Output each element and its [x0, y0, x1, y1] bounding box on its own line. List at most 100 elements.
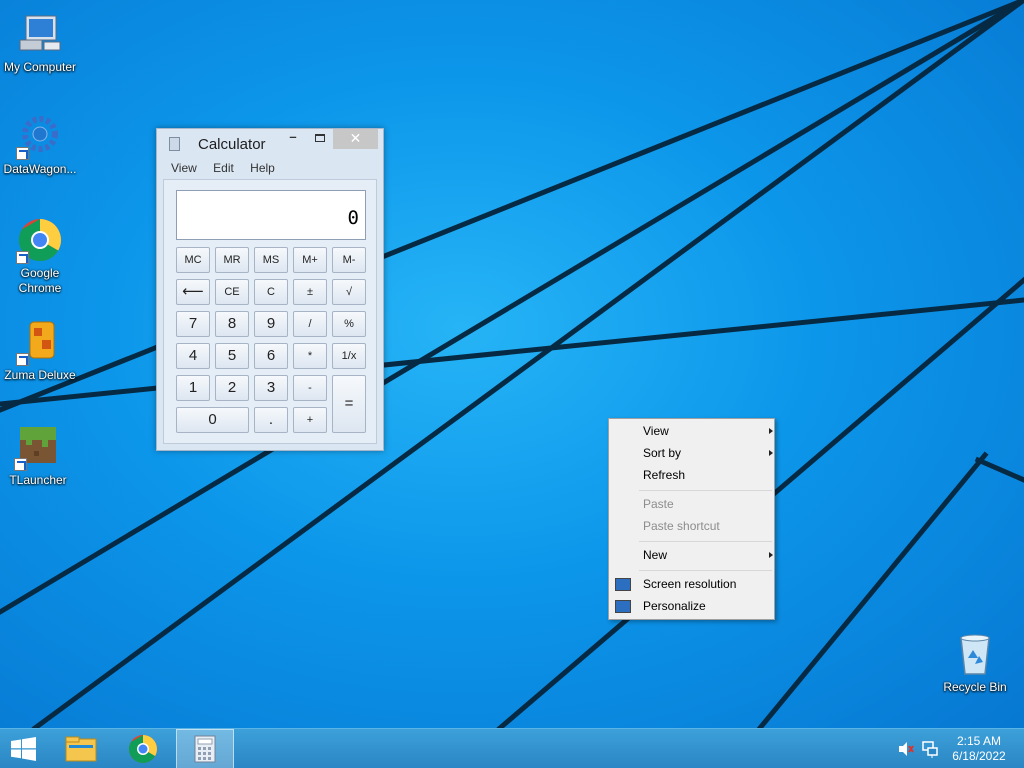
windows-logo-icon	[11, 737, 36, 761]
minecraft-grass-block-icon	[14, 423, 62, 471]
equals-button[interactable]: =	[332, 375, 366, 433]
digit-7-button[interactable]: 7	[176, 311, 210, 337]
digit-9-button[interactable]: 9	[254, 311, 288, 337]
taskbar-chrome[interactable]	[118, 729, 168, 768]
digit-5-button[interactable]: 5	[215, 343, 249, 369]
wallpaper-line	[0, 0, 1024, 615]
clock-date: 6/18/2022	[952, 749, 1006, 763]
desktop-icon-datawagon[interactable]: DataWagon...	[0, 112, 80, 177]
decimal-button[interactable]: .	[254, 407, 288, 433]
mr-button[interactable]: MR	[215, 247, 249, 273]
desktop-icon-tlauncher[interactable]: TLauncher	[0, 423, 78, 488]
calculator-window[interactable]: Calculator – ✕ View Edit Help 0 MC MR MS…	[156, 128, 384, 451]
desktop-icon-label: Recycle Bin	[943, 680, 1007, 694]
wallpaper-line	[974, 456, 1024, 483]
submenu-arrow-icon	[769, 552, 773, 558]
desktop-icon-my-computer[interactable]: My Computer	[0, 10, 80, 75]
digit-2-button[interactable]: 2	[215, 375, 249, 401]
gear-icon	[16, 112, 64, 160]
mc-button[interactable]: MC	[176, 247, 210, 273]
chrome-icon	[129, 735, 157, 763]
menu-item-paste: Paste	[643, 497, 674, 511]
recycle-bin-icon	[951, 630, 999, 678]
sqrt-button[interactable]: √	[332, 279, 366, 305]
calculator-titlebar[interactable]: Calculator – ✕	[157, 129, 383, 158]
menu-item-label: New	[643, 548, 668, 562]
desktop-icon-recycle-bin[interactable]: Recycle Bin	[935, 630, 1015, 695]
desktop-icon-label: DataWagon...	[3, 162, 77, 176]
maximize-button[interactable]	[307, 129, 333, 149]
menu-item-label: Sort by	[643, 446, 682, 460]
m-plus-button[interactable]: M+	[293, 247, 327, 273]
taskbar-clock[interactable]: 2:15 AM 6/18/2022	[946, 734, 1012, 764]
desktop-context-menu: View Sort by Refresh Paste Paste shortcu…	[608, 418, 775, 620]
digit-0-button[interactable]: 0	[176, 407, 249, 433]
calculator-icon	[194, 735, 216, 763]
shortcut-arrow-icon	[16, 147, 29, 160]
submenu-arrow-icon	[769, 428, 773, 434]
file-explorer-icon	[65, 736, 97, 762]
tray-network[interactable]	[920, 729, 940, 768]
menu-separator	[639, 541, 772, 542]
desktop-icon-google-chrome[interactable]: Google Chrome	[0, 216, 80, 296]
ce-button[interactable]: CE	[215, 279, 249, 305]
menu-help[interactable]: Help	[250, 158, 275, 178]
plus-minus-button[interactable]: ±	[293, 279, 327, 305]
digit-1-button[interactable]: 1	[176, 375, 210, 401]
personalize-icon	[615, 600, 631, 613]
menu-edit[interactable]: Edit	[213, 158, 234, 178]
menu-item-label: View	[643, 424, 669, 438]
desktop-icon-label: TLauncher	[9, 473, 67, 487]
ms-button[interactable]: MS	[254, 247, 288, 273]
percent-button[interactable]: %	[332, 311, 366, 337]
reciprocal-button[interactable]: 1/x	[332, 343, 366, 369]
wallpaper-lines	[0, 0, 1024, 728]
menu-item-refresh[interactable]: Refresh	[643, 464, 685, 486]
menu-item-screen-resolution[interactable]: Screen resolution	[643, 573, 736, 595]
calculator-display: 0	[176, 190, 366, 240]
c-button[interactable]: C	[254, 279, 288, 305]
tray-volume[interactable]	[896, 729, 916, 768]
screen-resolution-icon	[615, 578, 631, 591]
shortcut-arrow-icon	[14, 458, 27, 471]
computer-icon	[16, 10, 64, 58]
desktop-icon-label: My Computer	[3, 60, 77, 74]
zuma-frog-icon	[16, 318, 64, 366]
m-minus-button[interactable]: M-	[332, 247, 366, 273]
menu-item-personalize[interactable]: Personalize	[643, 595, 706, 617]
digit-4-button[interactable]: 4	[176, 343, 210, 369]
menu-item-sort-by[interactable]: Sort by	[643, 442, 773, 464]
desktop[interactable]: My Computer DataWagon... Google Chrome Z…	[0, 0, 1024, 728]
add-button[interactable]: +	[293, 407, 327, 433]
desktop-icon-label: Zuma Deluxe	[4, 368, 76, 382]
close-button[interactable]: ✕	[333, 129, 378, 149]
wallpaper-line	[0, 297, 1024, 407]
divide-button[interactable]: /	[293, 311, 327, 337]
chrome-icon	[16, 216, 64, 264]
digit-8-button[interactable]: 8	[215, 311, 249, 337]
menu-item-view[interactable]: View	[643, 420, 773, 442]
menu-separator	[639, 490, 772, 491]
clock-time: 2:15 AM	[956, 734, 1002, 748]
backspace-button[interactable]: ⟵	[176, 279, 210, 305]
taskbar-file-explorer[interactable]	[56, 729, 106, 768]
wallpaper-line	[0, 0, 1024, 413]
calculator-menubar: View Edit Help	[157, 158, 383, 178]
maximize-icon	[315, 134, 325, 142]
shortcut-arrow-icon	[16, 353, 29, 366]
start-button[interactable]	[0, 729, 48, 768]
digit-6-button[interactable]: 6	[254, 343, 288, 369]
desktop-icon-zuma-deluxe[interactable]: Zuma Deluxe	[0, 318, 80, 383]
menu-separator	[639, 570, 772, 571]
menu-view[interactable]: View	[171, 158, 197, 178]
volume-muted-icon	[899, 742, 914, 756]
subtract-button[interactable]: -	[293, 375, 327, 401]
taskbar-calculator[interactable]	[176, 729, 234, 768]
minimize-button[interactable]: –	[280, 129, 306, 149]
calculator-body: 0 MC MR MS M+ M- ⟵ CE C ± √ 7 8 9 / % 4 …	[163, 179, 377, 444]
menu-item-paste-shortcut: Paste shortcut	[643, 519, 720, 533]
multiply-button[interactable]: *	[293, 343, 327, 369]
calculator-icon	[169, 137, 180, 151]
digit-3-button[interactable]: 3	[254, 375, 288, 401]
menu-item-new[interactable]: New	[643, 544, 773, 566]
